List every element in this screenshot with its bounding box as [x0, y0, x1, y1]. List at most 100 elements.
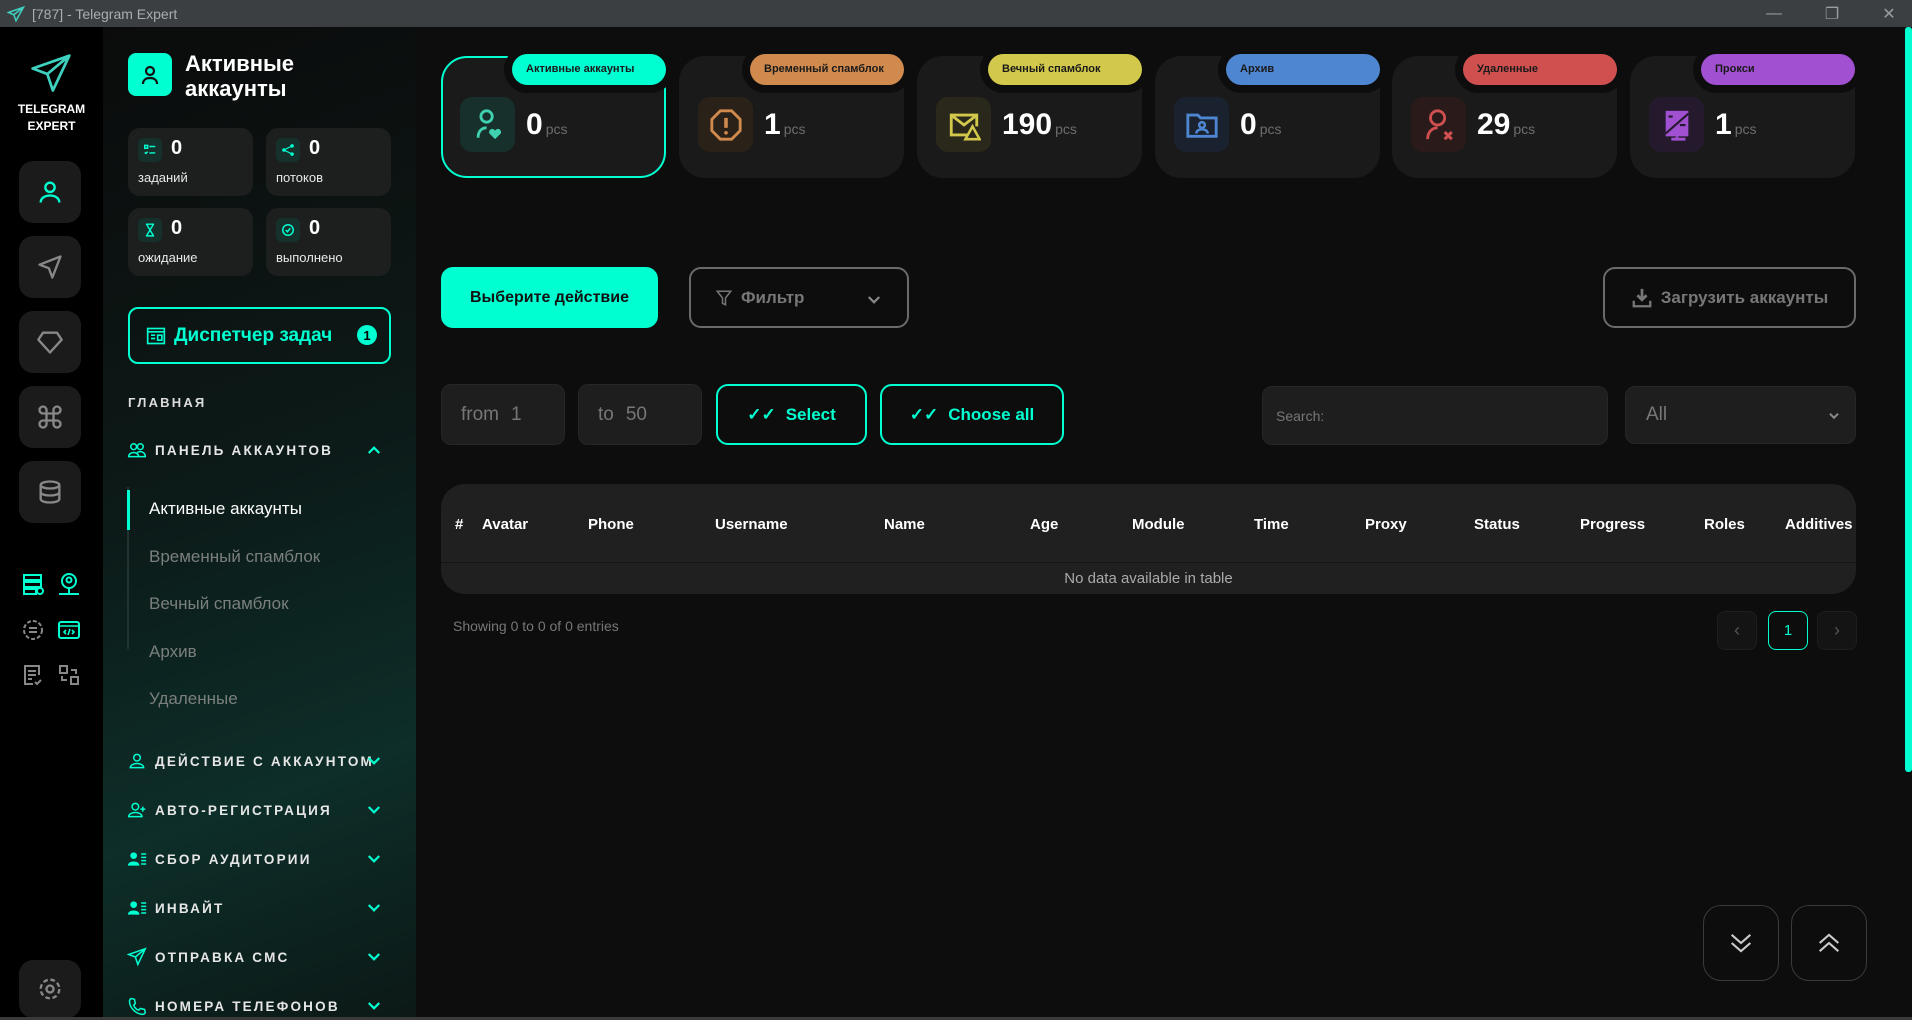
- column-header[interactable]: Name: [884, 516, 925, 533]
- column-header[interactable]: Progress: [1580, 516, 1645, 533]
- column-header[interactable]: Roles: [1704, 516, 1745, 533]
- task-manager-label: Диспетчер задач: [174, 324, 333, 346]
- page-1-button[interactable]: 1: [1768, 611, 1808, 650]
- card-label: Архив: [1226, 54, 1380, 85]
- check-circle-icon: [276, 218, 300, 242]
- user-x-icon: [1411, 97, 1466, 152]
- select-button[interactable]: ✓✓ Select: [716, 384, 867, 445]
- user-network-icon[interactable]: [57, 572, 81, 596]
- task-count-badge: 1: [357, 325, 377, 345]
- double-check-icon: ✓✓: [909, 404, 939, 424]
- range-to-input[interactable]: to 50: [578, 384, 702, 445]
- users-icon: [127, 443, 147, 458]
- scroll-up-button[interactable]: [1791, 905, 1867, 981]
- section-invite[interactable]: ИНВАЙТ: [127, 896, 387, 920]
- task-manager-icon: [146, 327, 166, 344]
- user-icon: [39, 181, 61, 203]
- document-check-icon[interactable]: [21, 663, 45, 687]
- card-archive[interactable]: Архив 0 pcs: [1155, 54, 1380, 178]
- card-label: Временный спамблок: [750, 54, 904, 85]
- checklist-icon: [138, 138, 162, 162]
- folder-user-icon: [1174, 97, 1229, 152]
- card-value: 190: [1002, 108, 1053, 141]
- column-header[interactable]: #: [455, 516, 463, 533]
- section-audience-collection[interactable]: СБОР АУДИТОРИИ: [127, 847, 387, 871]
- column-header[interactable]: Proxy: [1365, 516, 1407, 533]
- prev-page-button[interactable]: ‹: [1717, 611, 1757, 650]
- section-send-sms[interactable]: ОТПРАВКА СМС: [127, 945, 387, 969]
- chevron-down-icon: [367, 757, 381, 765]
- submenu-perm-spamblock[interactable]: Вечный спамблок: [149, 594, 289, 614]
- section-account-actions[interactable]: ДЕЙСТВИЕ С АККАУНТОМ: [127, 749, 387, 773]
- stat-done: 0 выполнено: [266, 208, 391, 276]
- mail-warning-icon: [936, 97, 991, 152]
- title-bar: [787] - Telegram Expert — ❐ ✕: [0, 0, 1912, 27]
- submenu-active-accounts[interactable]: Активные аккаунты: [149, 499, 302, 519]
- minimize-button[interactable]: —: [1751, 0, 1797, 27]
- swap-icon[interactable]: [57, 663, 81, 687]
- double-chevron-down-icon: [1730, 934, 1752, 953]
- code-window-icon[interactable]: [57, 618, 81, 642]
- chevron-down-icon: [367, 855, 381, 863]
- submenu-temp-spamblock[interactable]: Временный спамблок: [149, 547, 320, 567]
- card-temp-spamblock[interactable]: Временный спамблок 1 pcs: [679, 54, 904, 178]
- status-select[interactable]: All: [1625, 386, 1856, 444]
- task-manager-button[interactable]: Диспетчер задач 1: [128, 307, 391, 364]
- column-header[interactable]: Time: [1254, 516, 1289, 533]
- choose-all-button[interactable]: ✓✓ Choose all: [880, 384, 1064, 445]
- card-perm-spamblock[interactable]: Вечный спамблок 190 pcs: [917, 54, 1142, 178]
- column-header[interactable]: Additives: [1785, 516, 1853, 533]
- empty-table-message: No data available in table: [1064, 570, 1233, 587]
- card-proxy[interactable]: Прокси 1 pcs: [1630, 54, 1855, 178]
- send-icon: [127, 947, 147, 967]
- choose-action-button[interactable]: Выберите действие: [441, 267, 658, 328]
- user-icon: [129, 753, 145, 769]
- close-button[interactable]: ✕: [1866, 0, 1912, 27]
- scroll-down-button[interactable]: [1703, 905, 1779, 981]
- download-icon: [1632, 288, 1652, 307]
- rail-settings-button[interactable]: [19, 960, 81, 1018]
- range-from-input[interactable]: from 1: [441, 384, 565, 445]
- logo-text: TELEGRAM EXPERT: [17, 102, 86, 133]
- rail-send-button[interactable]: [19, 236, 81, 298]
- submenu-deleted[interactable]: Удаленные: [149, 689, 238, 709]
- rail-commands-button[interactable]: [19, 386, 81, 448]
- active-indicator: [127, 490, 130, 530]
- user-list-icon: [127, 852, 147, 866]
- share-nodes-icon: [276, 138, 300, 162]
- submenu-archive[interactable]: Архив: [149, 642, 197, 662]
- section-phone-numbers[interactable]: НОМЕРА ТЕЛЕФОНОВ: [127, 994, 387, 1018]
- accounts-panel-toggle[interactable]: ПАНЕЛЬ АККАУНТОВ: [127, 438, 387, 462]
- card-label: Удаленные: [1463, 54, 1617, 85]
- database-icon: [39, 480, 61, 504]
- telegram-expert-logo-icon: [31, 54, 71, 92]
- column-header[interactable]: Status: [1474, 516, 1520, 533]
- settings-list-icon[interactable]: [21, 618, 45, 642]
- search-input[interactable]: Search:: [1262, 386, 1608, 445]
- filter-dropdown[interactable]: Фильтр: [689, 267, 909, 328]
- column-header[interactable]: Username: [715, 516, 788, 533]
- rail-premium-button[interactable]: [19, 311, 81, 373]
- scrollbar-thumb[interactable]: [1905, 27, 1912, 772]
- next-page-button[interactable]: ›: [1817, 611, 1857, 650]
- column-header[interactable]: Avatar: [482, 516, 528, 533]
- rail-accounts-button[interactable]: [19, 161, 81, 223]
- column-header[interactable]: Phone: [588, 516, 634, 533]
- card-active-accounts[interactable]: Активные аккаунты 0 pcs: [441, 54, 666, 178]
- chevron-down-icon: [367, 904, 381, 912]
- rail-database-button[interactable]: [19, 461, 81, 523]
- chevron-down-icon: [367, 953, 381, 961]
- chevron-down-icon: [367, 1002, 381, 1010]
- user-list-icon: [127, 901, 147, 915]
- card-deleted[interactable]: Удаленные 29 pcs: [1392, 54, 1617, 178]
- server-check-icon[interactable]: [21, 572, 45, 596]
- section-auto-registration[interactable]: АВТО-РЕГИСТРАЦИЯ: [127, 798, 387, 822]
- column-header[interactable]: Module: [1132, 516, 1185, 533]
- column-header[interactable]: Age: [1030, 516, 1058, 533]
- upload-accounts-button[interactable]: Загрузить аккаунты: [1603, 267, 1856, 328]
- restore-button[interactable]: ❐: [1809, 0, 1855, 27]
- card-label: Активные аккаунты: [512, 54, 666, 85]
- card-label: Прокси: [1701, 54, 1855, 85]
- chevron-down-icon: [367, 806, 381, 814]
- card-value: 1: [764, 108, 781, 141]
